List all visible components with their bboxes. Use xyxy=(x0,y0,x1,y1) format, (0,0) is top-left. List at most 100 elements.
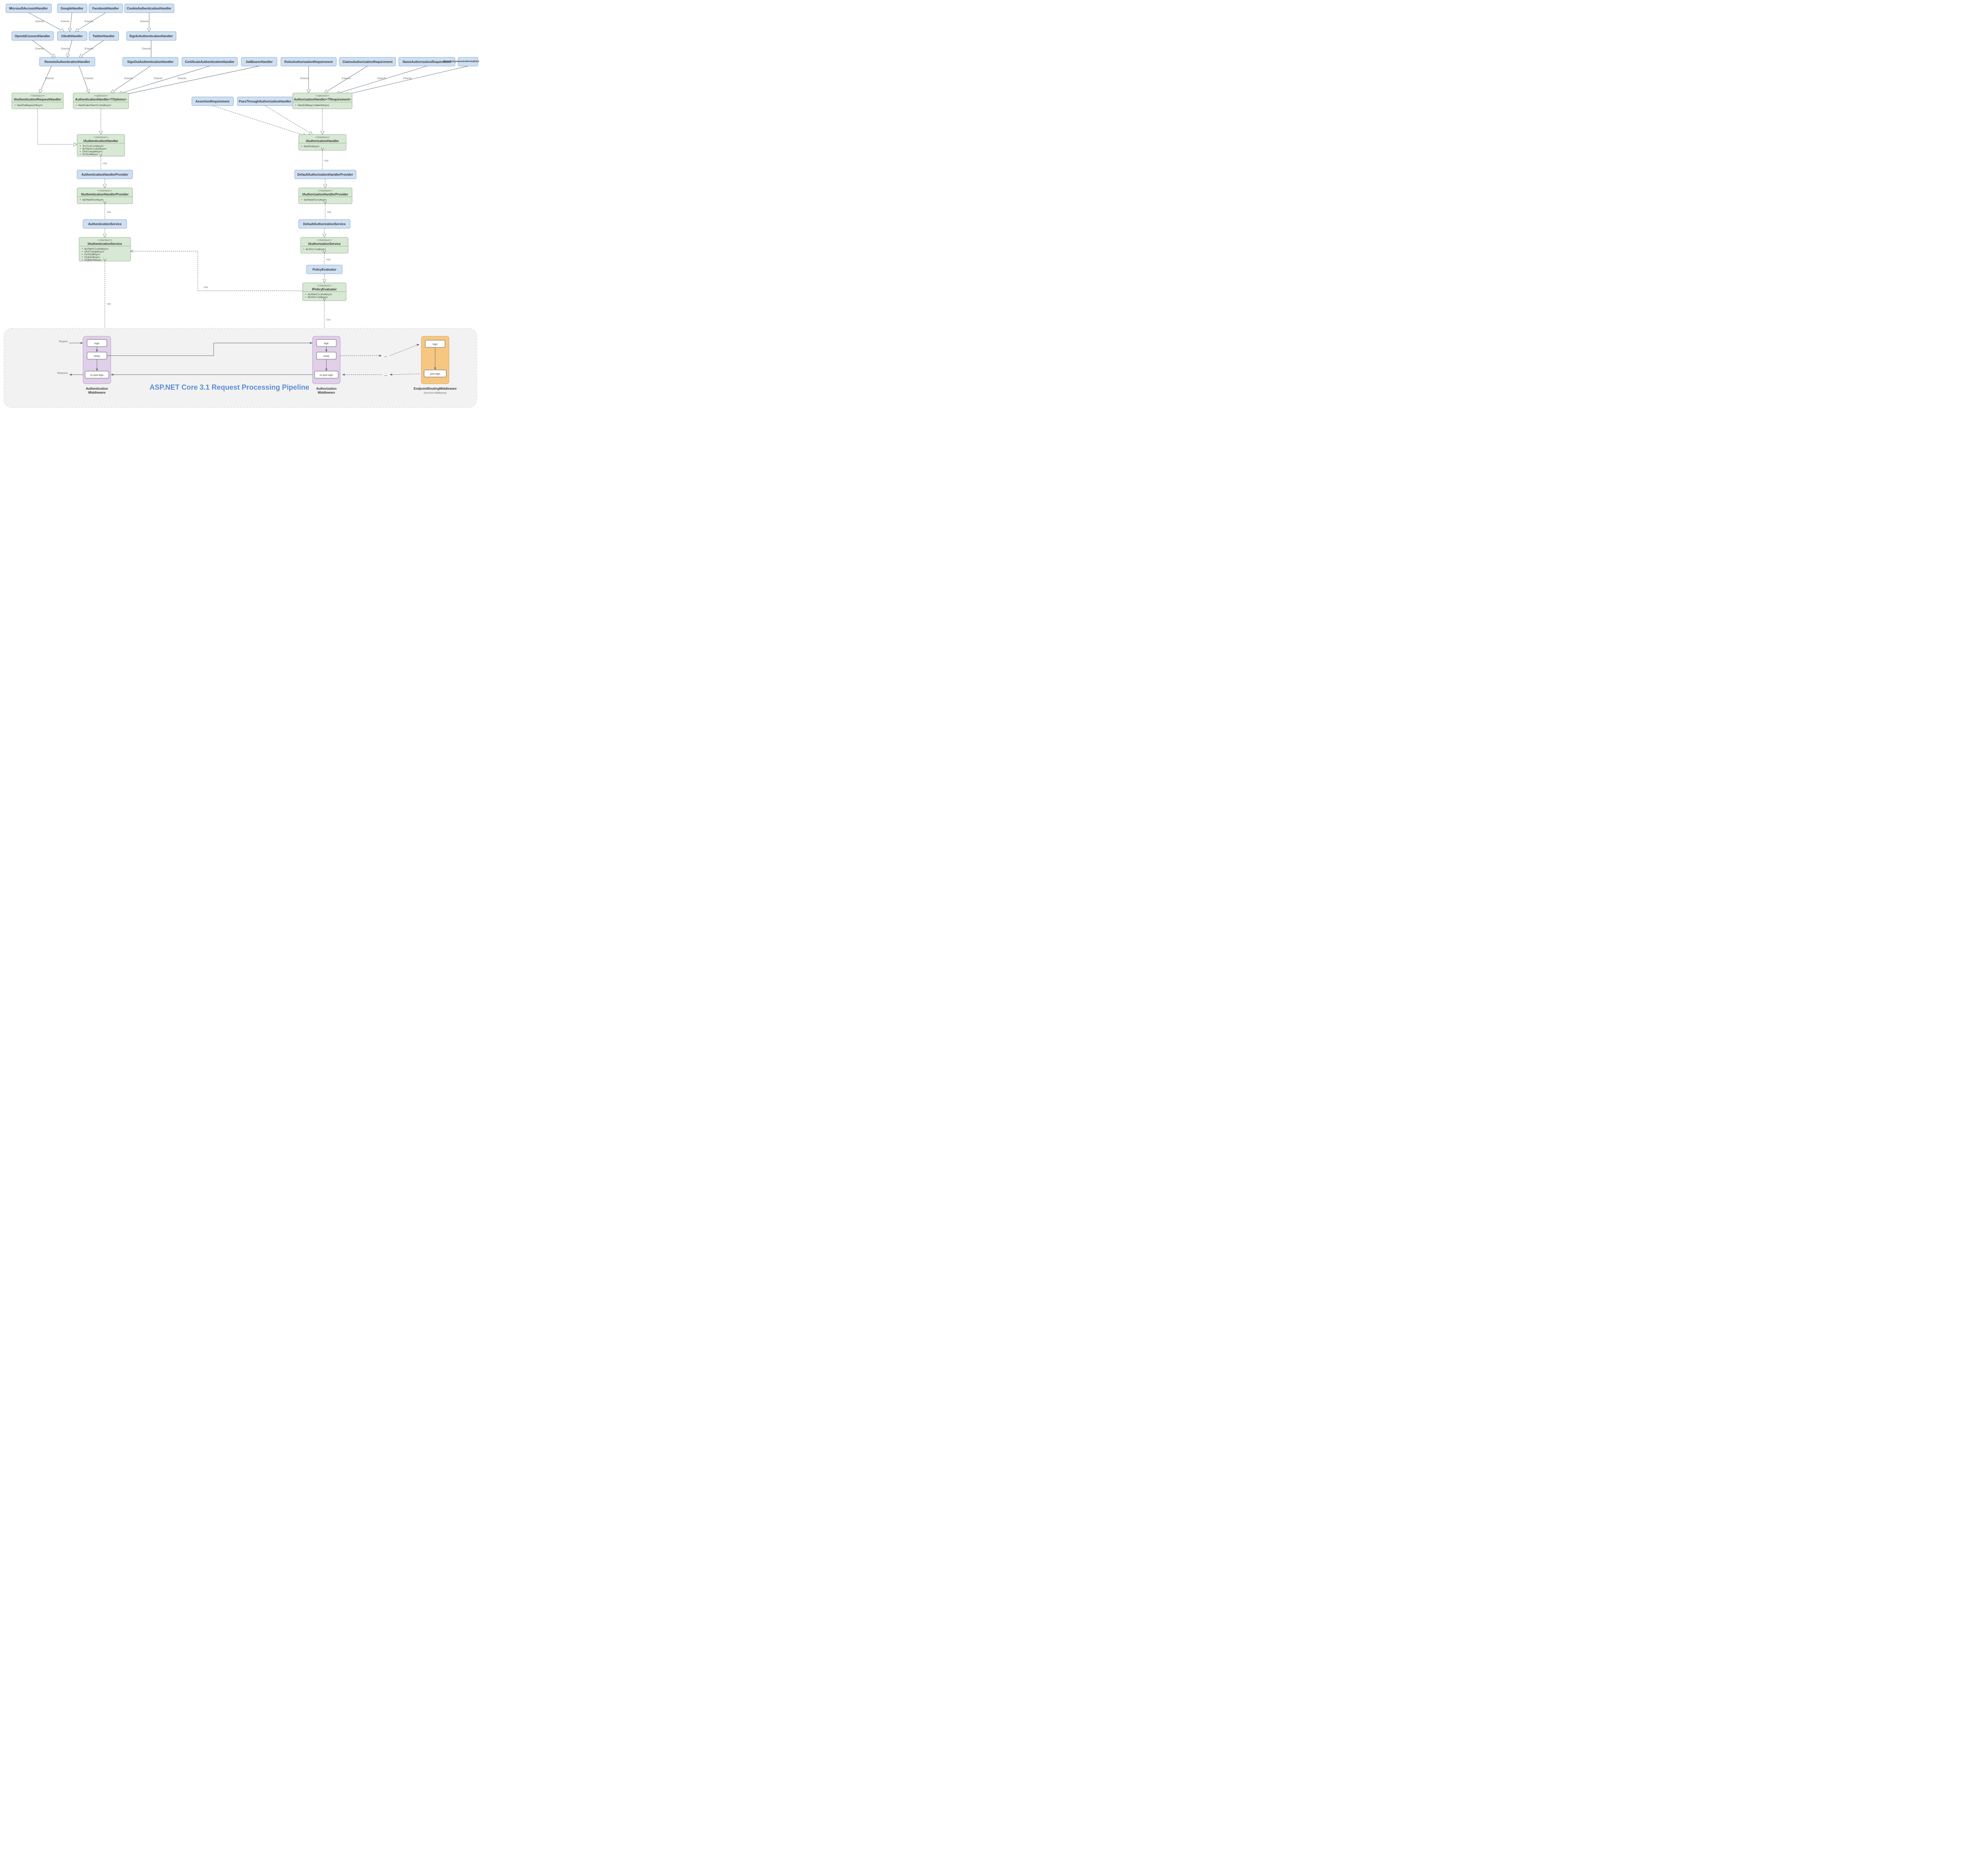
svg-text:Extends: Extends xyxy=(35,21,44,23)
svg-text:• HandleRequirementAsync: • HandleRequirementAsync xyxy=(295,104,330,107)
svg-text:• AuthenticateAsync: • AuthenticateAsync xyxy=(305,293,332,296)
svg-text:Extends: Extends xyxy=(85,48,93,50)
svg-text:IAuthenticationHandler: IAuthenticationHandler xyxy=(83,139,118,143)
svg-text:Use: Use xyxy=(327,211,332,214)
svg-text:• AuthenticateAsync: • AuthenticateAsync xyxy=(81,248,109,250)
svg-text:• AuthenticateAsync: • AuthenticateAsync xyxy=(80,148,107,150)
svg-text:AuthenticationHandlerProvider: AuthenticationHandlerProvider xyxy=(81,173,128,176)
svg-text:<<abstract>>: <<abstract>> xyxy=(94,95,108,97)
svg-text:logic: logic xyxy=(324,343,329,345)
svg-text:Extends: Extends xyxy=(61,48,70,50)
svg-text:DefaultAuthorizationHandlerPro: DefaultAuthorizationHandlerProvider xyxy=(297,173,353,176)
svg-text:<<Interface>>: <<Interface>> xyxy=(93,136,108,139)
svg-text:• ChallengeAsync: • ChallengeAsync xyxy=(80,150,102,153)
svg-text:no post logic: no post logic xyxy=(320,374,333,377)
svg-text:Authentication: Authentication xyxy=(86,387,108,390)
svg-text:Extends: Extends xyxy=(377,78,386,80)
svg-text:post logic: post logic xyxy=(430,373,440,375)
auth-handler-abs: <<abstract>> AuthenticationHandler<TOpti… xyxy=(73,93,129,109)
svg-text:• HandleAuthenticateAsync: • HandleAuthenticateAsync xyxy=(76,104,112,107)
svg-text:• AuthorizeAsync: • AuthorizeAsync xyxy=(305,296,328,299)
svg-text:• SignOutAsync: • SignOutAsync xyxy=(81,259,102,262)
svg-text:IAuthorizationHandlerProvider: IAuthorizationHandlerProvider xyxy=(302,193,348,196)
svg-text:Extends: Extends xyxy=(124,78,133,80)
svg-text:<<Interface>>: <<Interface>> xyxy=(318,190,333,192)
svg-text:AuthenticationHandler<TOptions: AuthenticationHandler<TOptions> xyxy=(75,98,127,101)
svg-text:CookieAuthenticationHandler: CookieAuthenticationHandler xyxy=(127,7,171,10)
svg-text:RemoteAuthenticationHandler: RemoteAuthenticationHandler xyxy=(44,60,90,64)
svg-text:PassThroughAuthorizationHandle: PassThroughAuthorizationHandler xyxy=(239,100,291,103)
svg-text:(terminal middleware): (terminal middleware) xyxy=(424,392,447,394)
svg-text:Extends: Extends xyxy=(140,21,149,23)
svg-text:Use: Use xyxy=(326,319,331,321)
svg-text:...: ... xyxy=(385,373,387,377)
svg-text:Extends: Extends xyxy=(403,78,412,80)
svg-text:Middleware: Middleware xyxy=(88,391,106,394)
svg-text:DenyAnonymousAuthorizationRequ: DenyAnonymousAuthorizationRequirement xyxy=(443,61,479,63)
svg-text:• InitializeAsync: • InitializeAsync xyxy=(80,145,104,148)
pipeline-title: ASP.NET Core 3.1 Request Processing Pipe… xyxy=(150,383,309,391)
svg-text:• ChallengeAsync: • ChallengeAsync xyxy=(81,250,104,253)
svg-text:IAuthorizationHandler: IAuthorizationHandler xyxy=(306,139,339,143)
svg-text:EndpointRoutingMiddleware: EndpointRoutingMiddleware xyxy=(414,387,457,390)
svg-text:CertificateAuthenticationHandl: CertificateAuthenticationHandler xyxy=(185,60,235,64)
svg-text:IAuthenticationHandlerProvider: IAuthenticationHandlerProvider xyxy=(81,193,129,196)
svg-text:<<Interface>>: <<Interface>> xyxy=(97,239,112,242)
iauthz-handler: <<Interface>> IAuthorizationHandler • Ha… xyxy=(299,135,346,150)
svg-text:Use: Use xyxy=(103,163,107,165)
svg-text:SignOutAuthenticationHandler: SignOutAuthenticationHandler xyxy=(127,60,174,64)
svg-text:IAuthenticationRequestHandler: IAuthenticationRequestHandler xyxy=(14,98,61,101)
svg-text:...: ... xyxy=(385,354,387,358)
svg-text:Extends: Extends xyxy=(85,78,93,80)
svg-text:Use: Use xyxy=(107,303,111,305)
pipeline-bg xyxy=(4,328,477,407)
svg-text:<<Interface>>: <<Interface>> xyxy=(317,239,332,242)
svg-text:AuthenticationService: AuthenticationService xyxy=(88,222,122,226)
svg-text:<<Interface>>: <<Interface>> xyxy=(315,136,330,139)
svg-text:GoogleHandler: GoogleHandler xyxy=(61,7,83,10)
svg-text:no post logic: no post logic xyxy=(90,374,104,377)
iauth-handler: <<Interface>> IAuthenticationHandler • I… xyxy=(77,135,125,156)
svg-text:• HandleAsync: • HandleAsync xyxy=(301,145,320,148)
svg-text:• SignInAsync: • SignInAsync xyxy=(81,256,100,259)
svg-text:next(): next() xyxy=(94,355,100,358)
svg-text:• HandleRequestAsync: • HandleRequestAsync xyxy=(14,104,43,107)
svg-text:• ForbidAsync: • ForbidAsync xyxy=(80,153,98,156)
svg-text:Extends: Extends xyxy=(300,78,309,80)
row1: MicrosoftAccountHandler GoogleHandler Fa… xyxy=(6,4,174,13)
svg-text:Extends: Extends xyxy=(61,21,70,23)
svg-text:IAuthorizationService: IAuthorizationService xyxy=(308,242,341,246)
svg-text:• AuthorizeAsync: • AuthorizeAsync xyxy=(303,248,326,251)
svg-text:• GetHandlersAsync: • GetHandlersAsync xyxy=(301,199,327,201)
svg-text:IAuthenticationService: IAuthenticationService xyxy=(88,242,122,246)
svg-text:Response: Response xyxy=(57,372,68,375)
svg-text:<<abstract>>: <<abstract>> xyxy=(315,95,330,97)
svg-text:SignInAuthenticationHandler: SignInAuthenticationHandler xyxy=(129,34,173,38)
svg-text:FacebookHandler: FacebookHandler xyxy=(92,7,119,10)
svg-text:MicrosoftAccountHandler: MicrosoftAccountHandler xyxy=(9,7,48,10)
diagram-root: MicrosoftAccountHandler GoogleHandler Fa… xyxy=(0,0,479,411)
svg-text:OAuthHandler: OAuthHandler xyxy=(61,34,83,38)
svg-text:Use: Use xyxy=(326,259,331,261)
svg-text:Use: Use xyxy=(107,211,111,214)
svg-text:logic: logic xyxy=(433,343,438,346)
svg-text:ClaimsAuthorizationRequirement: ClaimsAuthorizationRequirement xyxy=(343,60,393,64)
authz-handler-abs: <<abstract>> AuthorizationHandler<TRequi… xyxy=(293,93,352,109)
svg-text:TwitterHandler: TwitterHandler xyxy=(93,34,114,38)
svg-text:AuthorizationHandler<TRequirem: AuthorizationHandler<TRequirement> xyxy=(294,98,351,101)
svg-text:logic: logic xyxy=(95,343,99,345)
svg-text:Use: Use xyxy=(324,160,329,162)
svg-text:AssertionRequirement: AssertionRequirement xyxy=(195,100,229,103)
svg-text:Authorization: Authorization xyxy=(316,387,337,390)
svg-text:• ForbidAsync: • ForbidAsync xyxy=(81,253,100,256)
svg-text:<<Interface>>: <<Interface>> xyxy=(317,285,332,287)
svg-text:<<Interface>>: <<Interface>> xyxy=(30,95,45,97)
svg-text:Extends: Extends xyxy=(35,48,44,50)
svg-text:DefaultAuthorizationService: DefaultAuthorizationService xyxy=(303,222,346,226)
svg-text:JwtBearerHandler: JwtBearerHandler xyxy=(246,60,273,64)
svg-text:Middleware: Middleware xyxy=(318,391,335,394)
svg-text:Extends: Extends xyxy=(178,78,186,80)
svg-text:Extends: Extends xyxy=(342,78,351,80)
svg-text:Request: Request xyxy=(59,341,68,343)
svg-text:<<Interface>>: <<Interface>> xyxy=(97,190,112,192)
